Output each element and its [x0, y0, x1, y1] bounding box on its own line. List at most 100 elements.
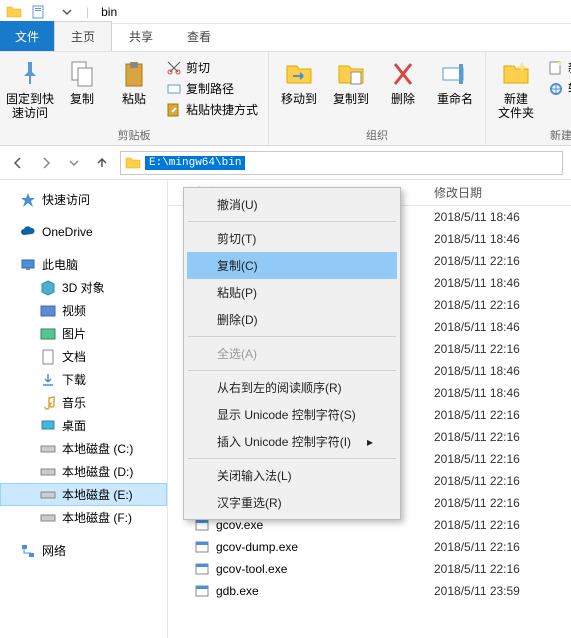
- ctx-delete[interactable]: 删除(D): [187, 306, 397, 333]
- paste-icon: [118, 58, 150, 90]
- desktop-icon: [40, 418, 56, 434]
- copy-to-icon: [335, 58, 367, 90]
- sidebar: 快速访问 OneDrive 此电脑 3D 对象 视频 图片 文档 下载 音乐 桌…: [0, 180, 168, 638]
- file-date: 2018/5/11 18:46: [428, 232, 571, 246]
- folder-icon: [6, 4, 22, 20]
- document-icon: [40, 349, 56, 365]
- ctx-paste[interactable]: 粘贴(P): [187, 279, 397, 306]
- drive-icon: [40, 464, 56, 480]
- ctx-show-unicode[interactable]: 显示 Unicode 控制字符(S): [187, 401, 397, 428]
- new-folder-button[interactable]: 新建 文件夹: [492, 56, 540, 121]
- picture-icon: [40, 326, 56, 342]
- sidebar-network[interactable]: 网络: [0, 539, 167, 562]
- label: 本地磁盘 (C:): [62, 440, 133, 457]
- qat-chevron-down-icon[interactable]: [56, 1, 78, 23]
- file-date: 2018/5/11 22:16: [428, 430, 571, 444]
- network-icon: [20, 543, 36, 559]
- tab-home[interactable]: 主页: [54, 21, 112, 51]
- label: 新建 文件夹: [498, 92, 534, 121]
- sidebar-this-pc[interactable]: 此电脑: [0, 253, 167, 276]
- label: 插入 Unicode 控制字符(I): [217, 433, 351, 450]
- ctx-close-ime[interactable]: 关闭输入法(L): [187, 462, 397, 489]
- address-path[interactable]: E:\mingw64\bin: [145, 156, 245, 170]
- easy-access-button[interactable]: 轻松访问 ▾: [544, 79, 571, 98]
- file-date: 2018/5/11 18:46: [428, 364, 571, 378]
- delete-button[interactable]: 删除: [379, 56, 427, 106]
- file-date: 2018/5/11 22:16: [428, 452, 571, 466]
- sidebar-disk-e[interactable]: 本地磁盘 (E:): [0, 483, 167, 506]
- scissors-icon: [166, 60, 182, 76]
- label: 固定到快 速访问: [6, 92, 54, 121]
- ribbon-group-new: 新建 文件夹 新建项目 ▾ 轻松访问 ▾ 新建: [486, 52, 571, 145]
- label: 文档: [62, 348, 86, 365]
- sidebar-documents[interactable]: 文档: [0, 345, 167, 368]
- file-name: gcov.exe: [216, 518, 263, 532]
- sidebar-disk-f[interactable]: 本地磁盘 (F:): [0, 506, 167, 529]
- file-date: 2018/5/11 22:16: [428, 518, 571, 532]
- easy-access-icon: [548, 81, 564, 97]
- file-date: 2018/5/11 22:16: [428, 408, 571, 422]
- label: 本地磁盘 (F:): [62, 509, 132, 526]
- sidebar-quick-access[interactable]: 快速访问: [0, 188, 167, 211]
- file-row[interactable]: gcov-dump.exe2018/5/11 22:16: [168, 536, 571, 558]
- paste-shortcut-button[interactable]: 粘贴快捷方式: [162, 100, 262, 119]
- move-icon: [283, 58, 315, 90]
- ctx-rtl[interactable]: 从右到左的阅读顺序(R): [187, 374, 397, 401]
- file-name: gcov-dump.exe: [216, 540, 298, 554]
- move-to-button[interactable]: 移动到: [275, 56, 323, 106]
- new-item-button[interactable]: 新建项目 ▾: [544, 58, 571, 77]
- video-icon: [40, 303, 56, 319]
- label: 删除: [391, 92, 415, 106]
- cube-icon: [40, 280, 56, 296]
- ctx-undo[interactable]: 撤消(U): [187, 191, 397, 218]
- file-date: 2018/5/11 22:16: [428, 342, 571, 356]
- up-button[interactable]: [92, 153, 112, 173]
- sidebar-desktop[interactable]: 桌面: [0, 414, 167, 437]
- label: 音乐: [62, 394, 86, 411]
- ctx-reconvert[interactable]: 汉字重选(R): [187, 489, 397, 516]
- label: 本地磁盘 (D:): [62, 463, 133, 480]
- ctx-select-all[interactable]: 全选(A): [187, 340, 397, 367]
- ctx-insert-unicode[interactable]: 插入 Unicode 控制字符(I) ▸: [187, 428, 397, 455]
- cut-button[interactable]: 剪切: [162, 58, 262, 77]
- sidebar-disk-c[interactable]: 本地磁盘 (C:): [0, 437, 167, 460]
- file-date: 2018/5/11 22:16: [428, 496, 571, 510]
- copy-button[interactable]: 复制: [58, 56, 106, 106]
- delete-icon: [387, 58, 419, 90]
- pin-to-quick-access-button[interactable]: 固定到快 速访问: [6, 56, 54, 121]
- sidebar-videos[interactable]: 视频: [0, 299, 167, 322]
- label: 快速访问: [42, 191, 90, 208]
- sidebar-3d-objects[interactable]: 3D 对象: [0, 276, 167, 299]
- sidebar-music[interactable]: 音乐: [0, 391, 167, 414]
- label: 粘贴快捷方式: [186, 101, 258, 118]
- paste-button[interactable]: 粘贴: [110, 56, 158, 106]
- copy-path-button[interactable]: 复制路径: [162, 79, 262, 98]
- qat-properties[interactable]: [28, 1, 50, 23]
- sidebar-onedrive[interactable]: OneDrive: [0, 221, 167, 243]
- file-row[interactable]: gcov-tool.exe2018/5/11 22:16: [168, 558, 571, 580]
- column-date[interactable]: 修改日期: [428, 184, 571, 201]
- label: 移动到: [281, 92, 317, 106]
- address-bar[interactable]: E:\mingw64\bin: [120, 151, 563, 175]
- tab-view[interactable]: 查看: [170, 21, 228, 51]
- submenu-arrow-icon: ▸: [367, 435, 373, 449]
- sidebar-pictures[interactable]: 图片: [0, 322, 167, 345]
- file-row[interactable]: gdb.exe2018/5/11 23:59: [168, 580, 571, 602]
- forward-button[interactable]: [36, 153, 56, 173]
- tab-file[interactable]: 文件: [0, 21, 54, 51]
- sidebar-disk-d[interactable]: 本地磁盘 (D:): [0, 460, 167, 483]
- shortcut-icon: [166, 102, 182, 118]
- file-date: 2018/5/11 23:59: [428, 584, 571, 598]
- copy-to-button[interactable]: 复制到: [327, 56, 375, 106]
- recent-dropdown[interactable]: [64, 153, 84, 173]
- pc-icon: [20, 257, 36, 273]
- ctx-cut[interactable]: 剪切(T): [187, 225, 397, 252]
- ctx-copy[interactable]: 复制(C): [187, 252, 397, 279]
- separator: [188, 221, 396, 222]
- back-button[interactable]: [8, 153, 28, 173]
- exe-icon: [194, 583, 210, 599]
- sidebar-downloads[interactable]: 下载: [0, 368, 167, 391]
- rename-button[interactable]: 重命名: [431, 56, 479, 106]
- tab-share[interactable]: 共享: [112, 21, 170, 51]
- exe-icon: [194, 539, 210, 555]
